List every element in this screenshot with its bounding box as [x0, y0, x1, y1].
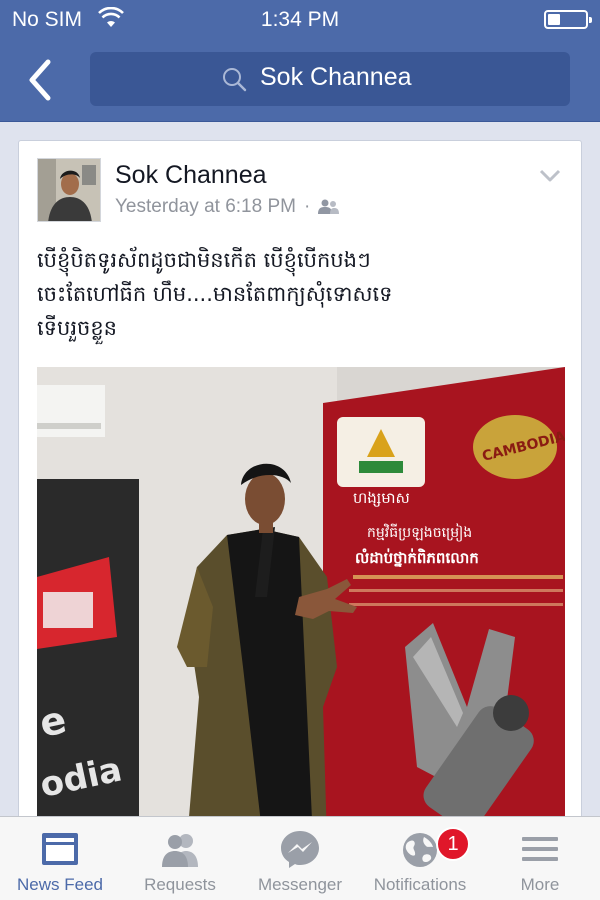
tab-label: Notifications: [373, 875, 467, 894]
news-feed-icon: [42, 833, 78, 865]
tab-label: News Feed: [17, 875, 103, 894]
notifications-globe-icon: [403, 833, 437, 867]
tab-label: Requests: [144, 875, 216, 894]
post-options-chevron-icon[interactable]: [539, 169, 561, 183]
back-arrow-icon: [29, 59, 51, 101]
more-menu-icon: [522, 837, 558, 861]
post-author-name[interactable]: Sok Channea: [115, 161, 267, 190]
post-text-line: ទើបរួចខ្លួន: [37, 316, 117, 340]
avatar[interactable]: [37, 158, 101, 222]
search-field[interactable]: Sok Channea: [90, 52, 570, 106]
post-meta: Yesterday at 6:18 PM ·: [115, 196, 340, 218]
nav-bar: Sok Channea: [0, 38, 600, 122]
tab-label: More: [520, 875, 560, 894]
post-text-line: បើខ្ញុំបិតទូរស័ពដូចជាមិនកើត បើខ្ញុំបើកបង…: [37, 248, 371, 272]
meta-separator: ·: [303, 196, 311, 217]
post-timestamp[interactable]: Yesterday at 6:18 PM: [115, 196, 296, 218]
photo-banner-text: លំដាប់ថ្នាក់ពិភពលោក: [355, 548, 479, 567]
photo-banner-text: កម្មវិធីប្រឡងចម្រៀង: [367, 523, 472, 542]
photo-logo-text: ហង្សមាស: [353, 489, 410, 507]
post-text: បើខ្ញុំបិតទូរស័ពដូចជាមិនកើត បើខ្ញុំបើកបង…: [37, 243, 567, 345]
tab-more[interactable]: More: [480, 817, 600, 900]
friends-icon[interactable]: [318, 199, 340, 215]
back-button[interactable]: [22, 56, 62, 104]
tab-requests[interactable]: Requests: [120, 817, 240, 900]
status-bar: No SIM 1:34 PM: [0, 0, 600, 38]
battery-icon: [544, 10, 592, 29]
requests-icon: [162, 834, 198, 867]
tab-label: Messenger: [257, 875, 343, 894]
search-query: Sok Channea: [260, 63, 412, 91]
tab-bar: News Feed Requests Messenger 1 Notificat…: [0, 816, 600, 900]
notification-count-badge: 1: [436, 827, 470, 861]
tab-news-feed[interactable]: News Feed: [0, 817, 120, 900]
search-icon: [223, 68, 247, 92]
post-photo[interactable]: e odia ហង្សមាស CAMBODIA កម្មវិធីប្រឡងចម្…: [37, 367, 565, 839]
clock: 1:34 PM: [260, 8, 340, 31]
messenger-icon: [281, 831, 319, 868]
tab-messenger[interactable]: Messenger: [240, 817, 360, 900]
post-card: Sok Channea Yesterday at 6:18 PM · បើខ្ញ…: [18, 140, 582, 840]
tab-notifications[interactable]: 1 Notifications: [360, 817, 480, 900]
post-text-line: ចេះតែហៅធីក ហឹម....មានតែពាក្យសុំទោសទេ: [37, 282, 393, 306]
